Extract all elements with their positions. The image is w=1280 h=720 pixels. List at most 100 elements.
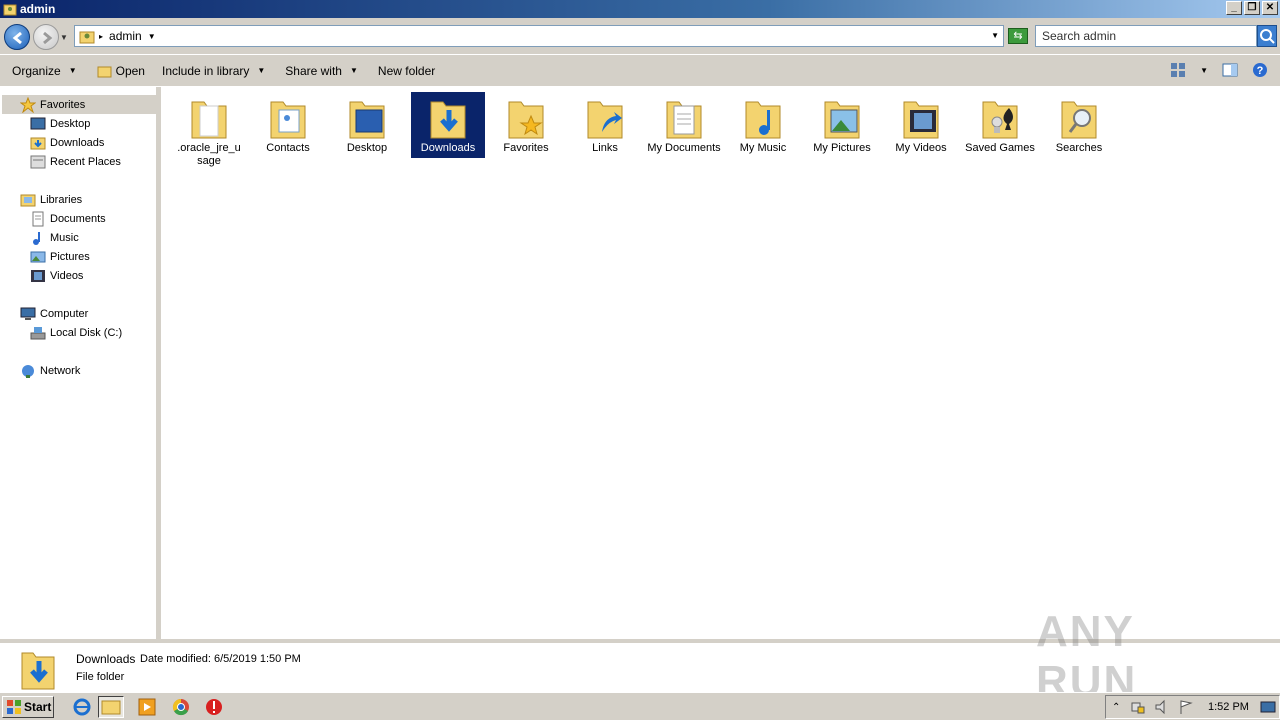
- music-icon: [33, 231, 40, 245]
- new-folder-label: New folder: [377, 63, 436, 78]
- network-icon: [22, 364, 34, 378]
- nav-favorites[interactable]: Favorites: [2, 95, 157, 114]
- folder-label: Favorites: [503, 142, 549, 154]
- restore-button[interactable]: ❐: [1244, 1, 1260, 15]
- folder-item[interactable]: My Music: [726, 92, 800, 158]
- show-desktop-icon[interactable]: [1260, 699, 1276, 715]
- change-view-icon[interactable]: [1170, 62, 1186, 78]
- taskbar: Start ⌃ 1:52 PM: [0, 692, 1280, 720]
- nav-network-label: Network: [40, 364, 81, 377]
- history-dropdown-icon[interactable]: ▼: [60, 33, 68, 42]
- folder-item[interactable]: Saved Games: [963, 92, 1037, 158]
- folder-item[interactable]: Searches: [1042, 92, 1116, 158]
- folder-label: My Documents: [647, 142, 721, 154]
- organize-button[interactable]: Organize ▼: [12, 64, 77, 78]
- minimize-button[interactable]: _: [1226, 1, 1242, 15]
- search-input[interactable]: Search admin: [1035, 25, 1257, 47]
- folder-desktop-icon: [349, 101, 385, 139]
- search-button[interactable]: [1257, 25, 1277, 47]
- watermark-logo: ANY RUN: [1036, 607, 1138, 706]
- back-button[interactable]: [4, 24, 30, 50]
- nav-pictures[interactable]: Pictures: [30, 247, 90, 266]
- folder-item-selected[interactable]: Downloads: [411, 92, 485, 158]
- folder-videos-icon: [903, 101, 939, 139]
- folder-item[interactable]: .oracle_jre_u sage: [172, 92, 246, 167]
- breadcrumb-admin[interactable]: admin: [109, 29, 142, 43]
- chrome-icon[interactable]: [171, 697, 191, 717]
- folder-label: My Music: [739, 142, 787, 154]
- file-list[interactable]: .oracle_jre_u sage Contacts Desktop Down…: [161, 87, 1280, 639]
- nav-libraries[interactable]: Libraries: [20, 190, 82, 209]
- start-button[interactable]: Start: [2, 696, 54, 718]
- folder-user-icon: [79, 31, 95, 44]
- breadcrumb-separator-icon[interactable]: ▸: [99, 32, 103, 41]
- folder-games-icon: [982, 101, 1018, 139]
- address-row: ▼ ▸ admin ▼ ▼ ⇆ Search admin: [0, 18, 1280, 54]
- nav-desktop[interactable]: Desktop: [30, 114, 90, 133]
- network-tray-icon[interactable]: [1130, 699, 1146, 715]
- share-with-button[interactable]: Share with ▼: [285, 64, 358, 78]
- nav-recent-places-label: Recent Places: [50, 155, 121, 168]
- forward-button[interactable]: [33, 24, 59, 50]
- search-icon: [1260, 29, 1275, 44]
- command-bar: Organize ▼ Open Include in library ▼ Share…: [0, 54, 1280, 86]
- folder-item[interactable]: Contacts: [251, 92, 325, 158]
- folder-item[interactable]: My Documents: [647, 92, 721, 158]
- folder-label: Downloads: [420, 142, 476, 154]
- volume-icon[interactable]: [1154, 699, 1170, 715]
- folder-item[interactable]: Favorites: [489, 92, 563, 158]
- nav-downloads[interactable]: Downloads: [30, 133, 104, 152]
- nav-documents[interactable]: Documents: [30, 209, 106, 228]
- folder-item[interactable]: Desktop: [330, 92, 404, 158]
- address-bar[interactable]: ▸ admin ▼ ▼: [74, 25, 1004, 47]
- include-in-library-button[interactable]: Include in library ▼: [162, 64, 265, 78]
- system-tray: ⌃: [1105, 695, 1280, 719]
- start-label: Start: [24, 700, 52, 714]
- preview-pane-icon[interactable]: [1222, 62, 1238, 78]
- show-hidden-icons-icon[interactable]: ⌃: [1112, 702, 1120, 713]
- clock[interactable]: 1:52 PM: [1208, 701, 1249, 713]
- folder-item[interactable]: Links: [568, 92, 642, 158]
- address-dropdown-icon[interactable]: ▼: [991, 31, 999, 40]
- close-button[interactable]: ✕: [1262, 1, 1278, 15]
- folder-pictures-icon: [824, 101, 860, 139]
- new-folder-button[interactable]: New folder: [378, 64, 435, 78]
- windows-logo-icon: [7, 700, 21, 714]
- folder-music-icon: [745, 101, 781, 139]
- recent-places-icon: [30, 155, 46, 168]
- open-button[interactable]: Open: [97, 64, 145, 78]
- libraries-icon: [20, 194, 36, 206]
- downloads-folder-icon: [30, 137, 46, 149]
- nav-local-disk[interactable]: Local Disk (C:): [30, 323, 122, 342]
- nav-favorites-label: Favorites: [40, 98, 86, 111]
- stop-icon[interactable]: [204, 697, 224, 717]
- folder-downloads-icon: [430, 101, 466, 139]
- nav-videos[interactable]: Videos: [30, 266, 83, 285]
- folder-item[interactable]: My Videos: [884, 92, 958, 158]
- folder-favorites-icon: [508, 101, 544, 139]
- nav-computer[interactable]: Computer: [20, 304, 88, 323]
- folder-label: Searches: [1055, 142, 1103, 154]
- internet-explorer-icon[interactable]: [72, 697, 92, 717]
- nav-recent-places[interactable]: Recent Places: [30, 152, 121, 171]
- folder-searches-icon: [1061, 101, 1097, 139]
- nav-music[interactable]: Music: [30, 228, 79, 247]
- nav-documents-label: Documents: [50, 212, 106, 225]
- action-center-flag-icon[interactable]: [1178, 699, 1194, 715]
- local-disk-icon: [30, 326, 46, 339]
- help-icon[interactable]: ?: [1252, 62, 1268, 78]
- breadcrumb-dropdown-icon[interactable]: ▼: [148, 32, 156, 41]
- media-player-icon[interactable]: [137, 697, 157, 717]
- folder-label: Desktop: [346, 142, 388, 154]
- view-dropdown-icon[interactable]: ▼: [1200, 66, 1208, 75]
- folder-label: Links: [592, 142, 618, 154]
- forward-arrow-icon: [43, 31, 53, 45]
- nav-network[interactable]: Network: [20, 361, 80, 380]
- folder-item[interactable]: My Pictures: [805, 92, 879, 158]
- folder-label: My Pictures: [813, 142, 871, 154]
- folder-user-icon: [3, 4, 17, 16]
- window-titlebar[interactable]: admin _ ❐ ✕: [0, 0, 1280, 18]
- refresh-button[interactable]: ⇆: [1008, 28, 1028, 44]
- folder-documents-icon: [666, 101, 702, 139]
- explorer-taskbar-button[interactable]: [98, 696, 124, 718]
